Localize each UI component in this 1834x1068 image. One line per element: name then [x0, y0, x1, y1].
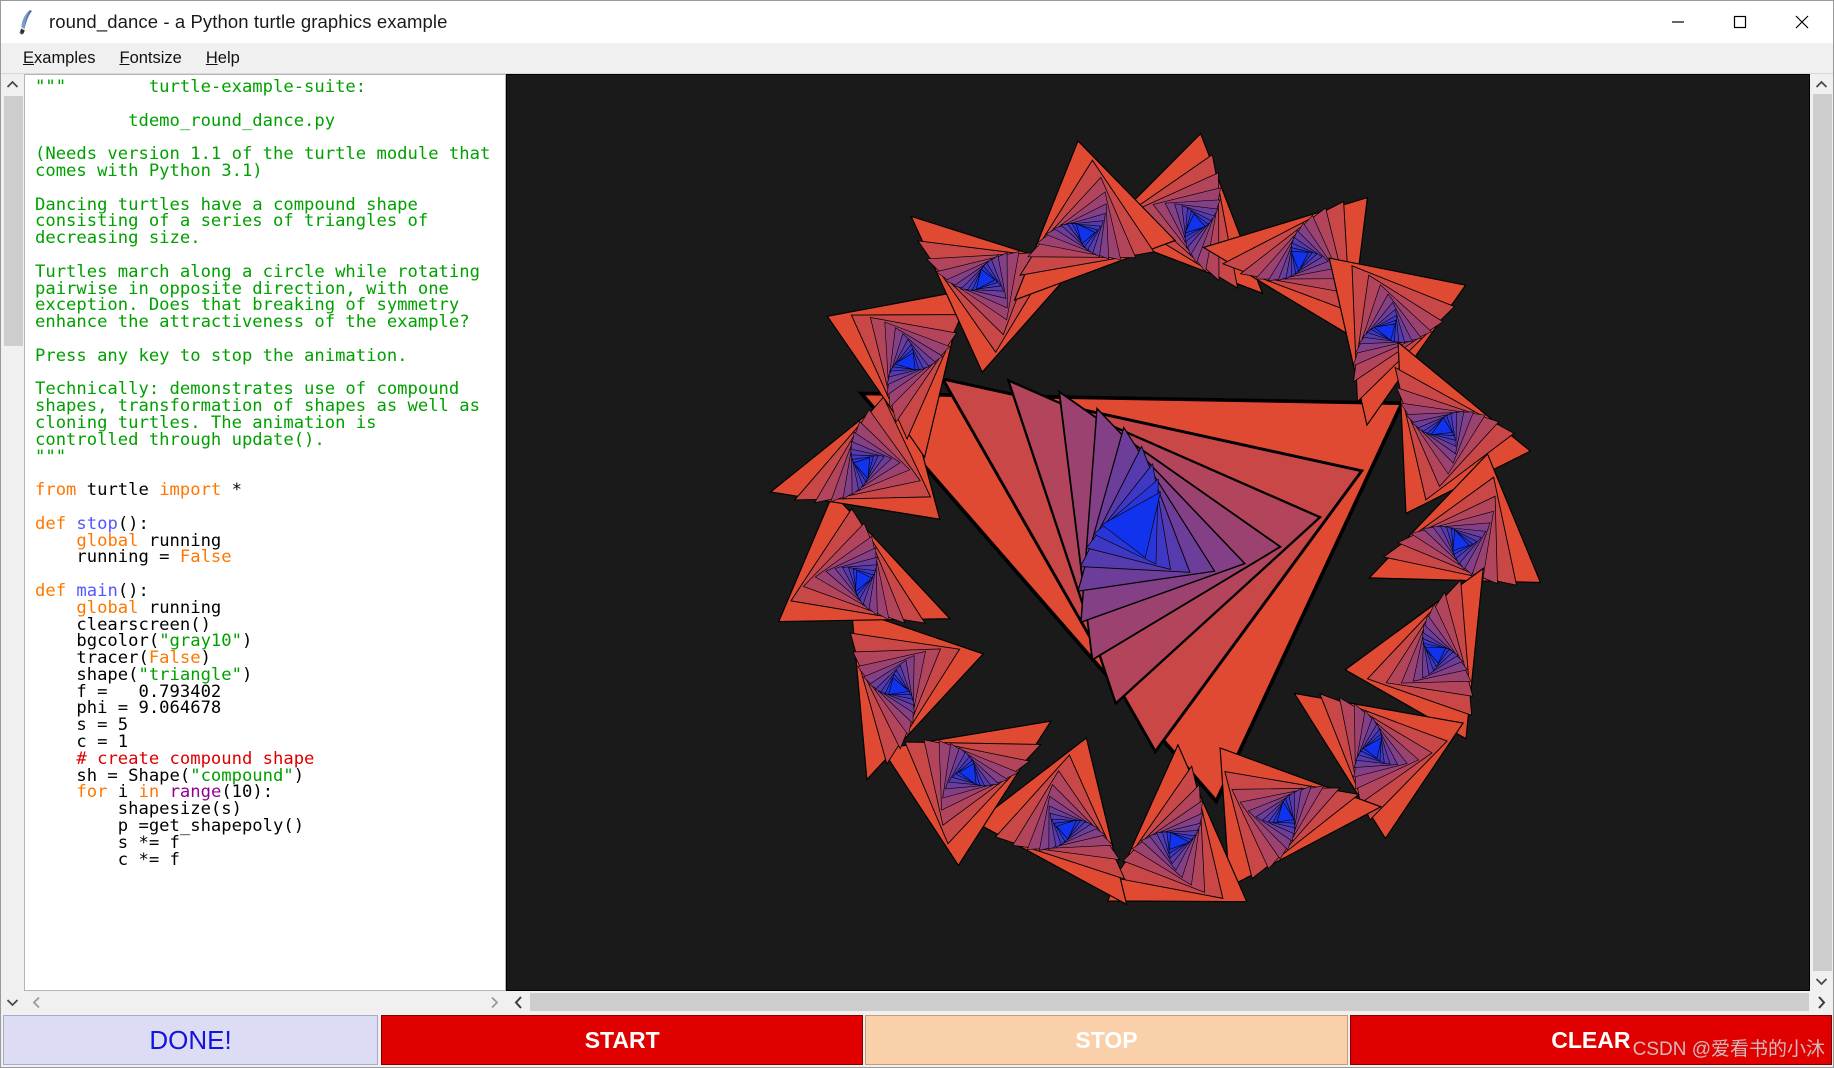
- chevron-down-icon[interactable]: [1, 991, 24, 1013]
- code-token: False: [179, 547, 232, 568]
- menu-examples[interactable]: Examples: [11, 47, 107, 70]
- chevron-up-icon[interactable]: [1810, 74, 1833, 94]
- code-editor[interactable]: """ turtle-example-suite: tdemo_round_da…: [24, 74, 506, 991]
- main-split: """ turtle-example-suite: tdemo_round_da…: [1, 74, 1833, 1013]
- code-hscroll-track[interactable]: [48, 991, 482, 1013]
- canvas-vertical-scrollbar[interactable]: [1810, 74, 1833, 991]
- code-token: ): [241, 664, 253, 685]
- code-horizontal-scrollbar[interactable]: [1, 991, 506, 1013]
- chevron-up-icon[interactable]: [1, 74, 24, 94]
- code-token: decreasing size.: [35, 228, 201, 249]
- code-token: c *= f: [35, 849, 180, 870]
- canvas-vscroll-track[interactable]: [1810, 94, 1833, 971]
- python-feather-icon: [13, 7, 43, 37]
- menu-examples-label: xamples: [34, 48, 96, 67]
- menu-bar: Examples Fontsize Help: [1, 43, 1833, 74]
- code-text: """ turtle-example-suite: tdemo_round_da…: [25, 75, 505, 868]
- code-vertical-scrollbar[interactable]: [1, 74, 24, 991]
- code-token: """: [35, 446, 67, 467]
- minimize-icon[interactable]: [1647, 1, 1709, 42]
- menu-fontsize[interactable]: Fontsize: [107, 47, 193, 70]
- code-token: controlled through update().: [35, 429, 325, 450]
- chevron-down-icon[interactable]: [1810, 971, 1833, 991]
- start-button[interactable]: START: [381, 1015, 864, 1065]
- code-vscroll-thumb[interactable]: [4, 96, 23, 346]
- close-icon[interactable]: [1771, 1, 1833, 42]
- application-window: round_dance - a Python turtle graphics e…: [0, 0, 1834, 1068]
- code-token: ): [293, 765, 305, 786]
- code-token: tdemo_round_dance.py: [35, 110, 336, 131]
- canvas-vscroll-thumb[interactable]: [1813, 94, 1832, 971]
- done-button[interactable]: DONE!: [3, 1015, 378, 1065]
- window-title: round_dance - a Python turtle graphics e…: [49, 10, 448, 32]
- maximize-icon[interactable]: [1709, 1, 1771, 42]
- chevron-left-icon[interactable]: [24, 991, 48, 1013]
- menu-help-label: elp: [217, 48, 240, 67]
- code-token: comes with Python 3.1): [35, 160, 263, 181]
- code-token: enhance the attractiveness of the exampl…: [35, 312, 470, 333]
- turtle-canvas[interactable]: [506, 74, 1810, 991]
- chevron-right-icon[interactable]: [1809, 991, 1833, 1013]
- chevron-right-icon[interactable]: [482, 991, 506, 1013]
- canvas-pane: [506, 74, 1833, 1013]
- code-token: *: [231, 480, 242, 501]
- clear-button[interactable]: CLEAR: [1349, 1015, 1832, 1065]
- code-token: turtle: [86, 480, 160, 501]
- turtle-drawing: [769, 132, 1542, 906]
- window-controls: [1647, 1, 1833, 42]
- code-token: running =: [35, 547, 180, 568]
- stop-button[interactable]: STOP: [865, 1015, 1348, 1065]
- menu-help[interactable]: Help: [194, 47, 252, 70]
- canvas-hscroll-thumb[interactable]: [530, 993, 1809, 1011]
- code-vscroll-track[interactable]: [1, 94, 24, 991]
- menu-fontsize-label: ontsize: [129, 48, 182, 67]
- code-pane: """ turtle-example-suite: tdemo_round_da…: [1, 74, 506, 1013]
- code-token: from: [35, 480, 87, 501]
- title-bar: round_dance - a Python turtle graphics e…: [1, 1, 1833, 43]
- code-token: ): [241, 631, 253, 652]
- button-bar: DONE! START STOP CLEAR CSDN @爱看书的小沐: [1, 1013, 1833, 1067]
- code-token: """ turtle-example-suite:: [35, 77, 367, 97]
- canvas-horizontal-scrollbar[interactable]: [506, 991, 1833, 1013]
- chevron-left-icon[interactable]: [506, 991, 530, 1013]
- code-token: Press any key to stop the animation.: [35, 345, 408, 366]
- code-token: import: [159, 480, 232, 501]
